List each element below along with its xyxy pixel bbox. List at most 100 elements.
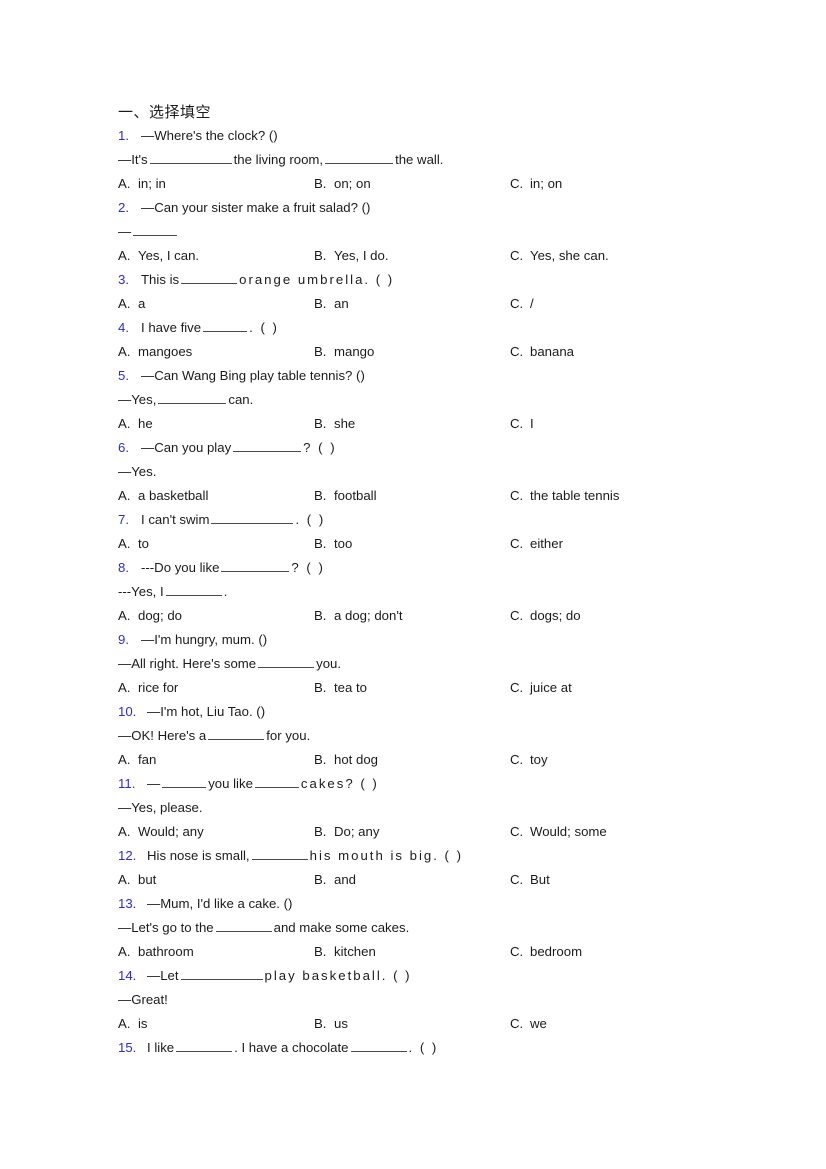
option-c[interactable]: C. dogs; do bbox=[510, 604, 581, 628]
option-b[interactable]: B. tea to bbox=[314, 676, 367, 700]
option-row: A. bathroom B. kitchen C. bedroom bbox=[118, 940, 778, 964]
option-letter: A. bbox=[118, 344, 131, 359]
option-row: A. to B. too C. either bbox=[118, 532, 778, 556]
option-letter: A. bbox=[118, 176, 131, 191]
option-b[interactable]: B. an bbox=[314, 292, 349, 316]
question-text-tail: . ( ) bbox=[295, 512, 326, 527]
option-c[interactable]: C. / bbox=[510, 292, 534, 316]
option-a[interactable]: A. dog; do bbox=[118, 604, 182, 628]
option-a[interactable]: A. is bbox=[118, 1012, 148, 1036]
option-c[interactable]: C. banana bbox=[510, 340, 574, 364]
option-row: A. but B. and C. But bbox=[118, 868, 778, 892]
option-letter: C. bbox=[510, 344, 524, 359]
option-b[interactable]: B. Yes, I do. bbox=[314, 244, 389, 268]
answer-blank bbox=[325, 152, 394, 164]
option-b[interactable]: B. and bbox=[314, 868, 356, 892]
option-letter: C. bbox=[510, 416, 524, 431]
question-text-tail: ? ( ) bbox=[291, 560, 325, 575]
answer-bracket: ) bbox=[273, 128, 280, 143]
option-a[interactable]: A. fan bbox=[118, 748, 156, 772]
option-a[interactable]: A. in; in bbox=[118, 172, 166, 196]
option-b[interactable]: B. she bbox=[314, 412, 355, 436]
option-c[interactable]: C. the table tennis bbox=[510, 484, 619, 508]
option-b[interactable]: B. us bbox=[314, 1012, 348, 1036]
option-text: and bbox=[334, 872, 357, 887]
question-continuation: — bbox=[118, 220, 778, 244]
continuation-text: the living room, bbox=[233, 152, 324, 167]
option-a[interactable]: A. mangoes bbox=[118, 340, 192, 364]
option-row: A. fan B. hot dog C. toy bbox=[118, 748, 778, 772]
option-b[interactable]: B. on; on bbox=[314, 172, 371, 196]
option-text: the table tennis bbox=[530, 488, 620, 503]
option-b[interactable]: B. too bbox=[314, 532, 352, 556]
continuation-text: ---Yes, I bbox=[118, 584, 164, 599]
option-letter: A. bbox=[118, 488, 131, 503]
question-text: —Can your sister make a fruit salad? ( bbox=[141, 200, 367, 215]
option-a[interactable]: A. a basketball bbox=[118, 484, 208, 508]
option-row: A. Yes, I can. B. Yes, I do. C. Yes, she ca… bbox=[118, 244, 778, 268]
option-letter: B. bbox=[314, 248, 327, 263]
option-b[interactable]: B. Do; any bbox=[314, 820, 379, 844]
question-text: —I'm hungry, mum. ( bbox=[141, 632, 263, 647]
option-a[interactable]: A. rice for bbox=[118, 676, 178, 700]
continuation-text: —It's bbox=[118, 152, 148, 167]
option-text: But bbox=[530, 872, 550, 887]
question-number: 11. bbox=[118, 776, 136, 791]
option-b[interactable]: B. kitchen bbox=[314, 940, 376, 964]
option-row: A. a basketball B. football C. the table te… bbox=[118, 484, 778, 508]
option-letter: A. bbox=[118, 872, 131, 887]
question-text-tail: ? ( ) bbox=[303, 440, 337, 455]
option-c[interactable]: C. I bbox=[510, 412, 534, 436]
option-b[interactable]: B. football bbox=[314, 484, 377, 508]
option-c[interactable]: C. Would; some bbox=[510, 820, 607, 844]
option-c[interactable]: C. Yes, she can. bbox=[510, 244, 609, 268]
option-a[interactable]: A. Would; any bbox=[118, 820, 204, 844]
option-c[interactable]: C. bedroom bbox=[510, 940, 582, 964]
question-text: —Can you play bbox=[141, 440, 232, 455]
question-number: 5. bbox=[118, 368, 129, 383]
option-a[interactable]: A. Yes, I can. bbox=[118, 244, 199, 268]
option-c[interactable]: C. juice at bbox=[510, 676, 572, 700]
option-text: in; on bbox=[530, 176, 563, 191]
option-a[interactable]: A. a bbox=[118, 292, 145, 316]
question-number: 14. bbox=[118, 968, 137, 983]
option-a[interactable]: A. he bbox=[118, 412, 153, 436]
option-text: Yes, I do. bbox=[334, 248, 389, 263]
option-text: he bbox=[138, 416, 153, 431]
question-stem: 1. —Where's the clock? () bbox=[118, 124, 778, 148]
option-letter: C. bbox=[510, 680, 524, 695]
option-letter: C. bbox=[510, 608, 524, 623]
option-c[interactable]: C. in; on bbox=[510, 172, 562, 196]
option-letter: B. bbox=[314, 824, 327, 839]
option-text: dog; do bbox=[138, 608, 182, 623]
continuation-text: can. bbox=[228, 392, 254, 407]
option-b[interactable]: B. a dog; don't bbox=[314, 604, 403, 628]
question-text-mid: you like bbox=[208, 776, 253, 791]
question-continuation: —Yes, can. bbox=[118, 388, 778, 412]
question-continuation: —It's the living room, the wall. bbox=[118, 148, 778, 172]
question-stem: 13. —Mum, I'd like a cake. () bbox=[118, 892, 778, 916]
option-letter: A. bbox=[118, 296, 131, 311]
option-text: hot dog bbox=[334, 752, 378, 767]
question-stem: 5. —Can Wang Bing play table tennis? () bbox=[118, 364, 778, 388]
option-row: A. is B. us C. we bbox=[118, 1012, 778, 1036]
continuation-text: the wall. bbox=[395, 152, 444, 167]
option-a[interactable]: A. bathroom bbox=[118, 940, 194, 964]
option-b[interactable]: B. hot dog bbox=[314, 748, 378, 772]
option-a[interactable]: A. to bbox=[118, 532, 149, 556]
answer-blank bbox=[258, 656, 315, 668]
option-text: juice at bbox=[530, 680, 572, 695]
question-text: ---Do you like bbox=[141, 560, 220, 575]
option-c[interactable]: C. toy bbox=[510, 748, 548, 772]
option-c[interactable]: C. either bbox=[510, 532, 563, 556]
option-b[interactable]: B. mango bbox=[314, 340, 374, 364]
option-letter: C. bbox=[510, 944, 524, 959]
option-text: too bbox=[334, 536, 353, 551]
option-text: to bbox=[138, 536, 149, 551]
option-c[interactable]: C. But bbox=[510, 868, 550, 892]
option-letter: A. bbox=[118, 680, 131, 695]
option-c[interactable]: C. we bbox=[510, 1012, 547, 1036]
option-a[interactable]: A. but bbox=[118, 868, 156, 892]
option-text: fan bbox=[138, 752, 157, 767]
question-text: I can't swim bbox=[141, 512, 210, 527]
